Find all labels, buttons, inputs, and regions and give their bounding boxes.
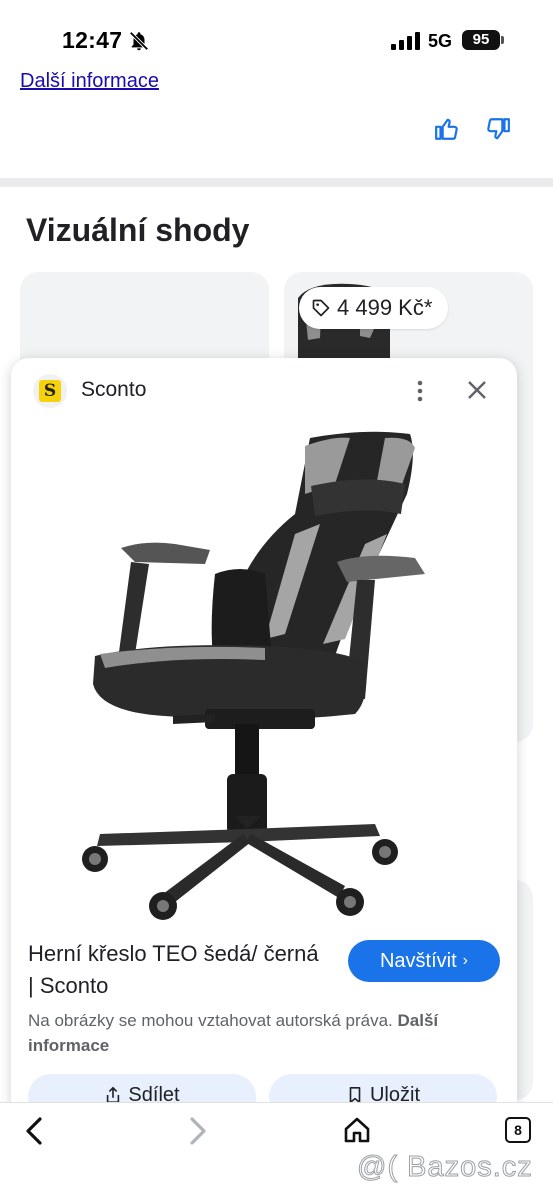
- product-image[interactable]: [65, 424, 465, 924]
- copyright-text: Na obrázky se mohou vztahovat autorská p…: [28, 1011, 393, 1030]
- chevron-right-icon: ›: [462, 952, 468, 969]
- status-time: 12:47: [62, 27, 123, 53]
- thumb-down-icon[interactable]: [485, 116, 511, 142]
- price-label: 4 499 Kč*: [337, 295, 433, 320]
- watermark: @( Bazos.cz: [357, 1151, 533, 1184]
- copyright-notice: Na obrázky se mohou vztahovat autorská p…: [28, 1008, 498, 1058]
- price-chip[interactable]: 4 499 Kč*: [299, 287, 449, 329]
- site-favicon: S: [33, 374, 67, 408]
- tag-icon: [312, 299, 330, 317]
- section-title: Vizuální shody: [26, 212, 250, 248]
- product-title[interactable]: Herní křeslo TEO šedá/ černá | Sconto: [28, 938, 328, 1002]
- favicon-letter: S: [39, 380, 61, 402]
- status-bar: 12:47 5G 95: [0, 0, 553, 70]
- bell-off-icon: [129, 31, 149, 51]
- battery-tip: [501, 36, 504, 44]
- battery-indicator: 95: [462, 30, 500, 50]
- visit-button[interactable]: Navštívit ›: [348, 940, 500, 982]
- more-info-link[interactable]: Další informace: [20, 70, 159, 93]
- network-label: 5G: [428, 31, 453, 51]
- thumb-up-icon[interactable]: [434, 116, 460, 142]
- visit-label: Navštívit: [379, 949, 457, 972]
- close-icon[interactable]: [463, 376, 491, 404]
- signal-icon: [391, 32, 420, 50]
- back-icon[interactable]: [22, 1115, 48, 1147]
- forward-icon[interactable]: [184, 1115, 210, 1147]
- tabs-icon[interactable]: 8: [505, 1117, 531, 1143]
- result-preview-card: S Sconto Herní křeslo TEO šedá/ černá | …: [11, 358, 517, 1118]
- browser-toolbar: 8 @( Bazos.cz: [0, 1102, 553, 1200]
- home-icon[interactable]: [342, 1115, 372, 1145]
- more-vert-icon[interactable]: [409, 378, 431, 404]
- section-divider: [0, 178, 553, 187]
- source-name[interactable]: Sconto: [81, 378, 146, 402]
